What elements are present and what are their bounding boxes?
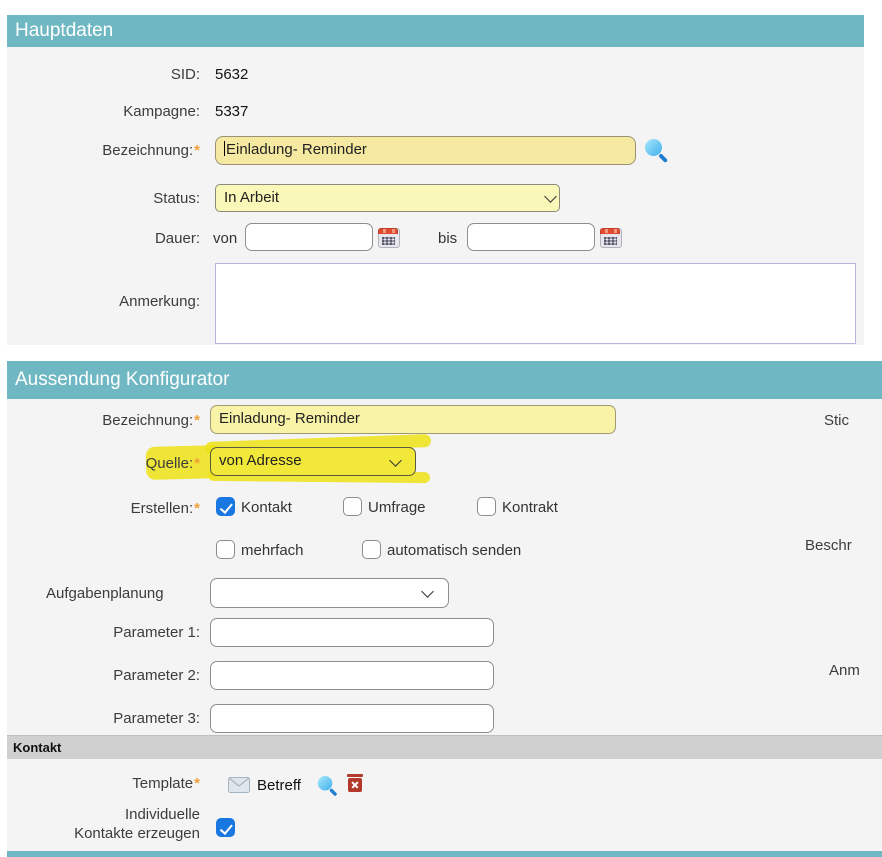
checkbox-mehrfach[interactable]	[216, 540, 235, 559]
parameter3-input[interactable]	[210, 704, 494, 733]
checkbox-kontrakt-label: Kontrakt	[502, 499, 558, 516]
beschreibung-label-cut: Beschr	[805, 537, 852, 554]
parameter2-label: Parameter 2:	[0, 667, 200, 684]
individuelle-label-line2: Kontakte erzeugen	[0, 825, 200, 842]
template-label: Template*	[0, 775, 200, 792]
aufgabenplanung-label: Aufgabenplanung	[46, 585, 164, 602]
status-label: Status:	[0, 190, 200, 207]
dauer-von-input[interactable]	[245, 223, 373, 251]
checkbox-umfrage-label: Umfrage	[368, 499, 426, 516]
checkbox-mehrfach-label: mehrfach	[241, 542, 304, 559]
next-section-header-cut	[7, 851, 882, 857]
search-icon[interactable]	[644, 139, 668, 163]
checkbox-automatisch-senden-label: automatisch senden	[387, 542, 521, 559]
bezeichnung2-label: Bezeichnung:*	[0, 412, 200, 429]
parameter1-input[interactable]	[210, 618, 494, 647]
section-header-konfigurator: Aussendung Konfigurator	[7, 361, 882, 399]
aufgabenplanung-select[interactable]	[210, 578, 449, 608]
required-asterisk: *	[194, 455, 200, 472]
required-asterisk: *	[194, 775, 200, 792]
quelle-label: Quelle:*	[0, 455, 200, 472]
calendar-icon[interactable]	[600, 228, 622, 248]
individuelle-label-line1: Individuelle	[0, 806, 200, 823]
bezeichnung-input[interactable]: Einladung- Reminder	[215, 136, 636, 165]
status-select[interactable]: In Arbeit	[215, 184, 560, 212]
calendar-icon[interactable]	[378, 228, 400, 248]
checkbox-kontrakt[interactable]	[477, 497, 496, 516]
envelope-icon	[228, 777, 250, 793]
dauer-label: Dauer:	[0, 230, 200, 247]
search-icon[interactable]	[317, 776, 337, 796]
chevron-down-icon	[421, 585, 434, 598]
delete-icon[interactable]	[347, 774, 363, 792]
erstellen-label: Erstellen:*	[0, 500, 200, 517]
section-header-hauptdaten: Hauptdaten	[7, 15, 864, 47]
bezeichnung2-input[interactable]: Einladung- Reminder	[210, 405, 616, 434]
parameter1-label: Parameter 1:	[0, 624, 200, 641]
checkbox-automatisch-senden[interactable]	[362, 540, 381, 559]
quelle-select[interactable]: von Adresse	[210, 447, 416, 476]
betreff-link[interactable]: Betreff	[257, 777, 301, 794]
sid-value: 5632	[215, 66, 248, 83]
checkbox-kontakt[interactable]	[216, 497, 235, 516]
parameter2-input[interactable]	[210, 661, 494, 690]
dauer-bis-input[interactable]	[467, 223, 595, 251]
checkbox-individuelle-kontakte[interactable]	[216, 818, 235, 837]
von-label: von	[213, 230, 237, 247]
kontakt-subheader: Kontakt	[7, 735, 882, 759]
checkbox-kontakt-label: Kontakt	[241, 499, 292, 516]
text-caret	[224, 141, 225, 156]
chevron-down-icon	[389, 454, 402, 467]
anmerkung-textarea[interactable]	[215, 263, 856, 344]
bis-label: bis	[438, 230, 457, 247]
checkbox-umfrage[interactable]	[343, 497, 362, 516]
parameter3-label: Parameter 3:	[0, 710, 200, 727]
anmerkung2-label-cut: Anm	[829, 662, 860, 679]
required-asterisk: *	[194, 500, 200, 517]
sid-label: SID:	[0, 66, 200, 83]
required-asterisk: *	[194, 412, 200, 429]
anmerkung-label: Anmerkung:	[0, 293, 200, 310]
stichworte-label-cut: Stic	[824, 412, 849, 429]
required-asterisk: *	[194, 142, 200, 159]
page: Hauptdaten SID: 5632 Kampagne: 5337 Beze…	[0, 0, 882, 857]
kampagne-value: 5337	[215, 103, 248, 120]
kampagne-label: Kampagne:	[0, 103, 200, 120]
chevron-down-icon	[544, 190, 557, 203]
bezeichnung-label: Bezeichnung:*	[0, 142, 200, 159]
